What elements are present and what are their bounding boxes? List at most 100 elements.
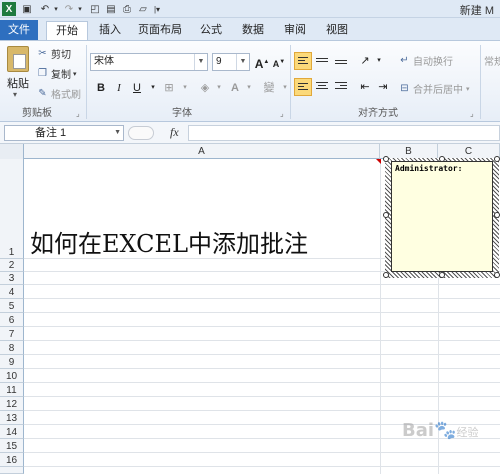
copy-button[interactable]: ❐ 复制 ▾ [36,66,77,81]
tab-home[interactable]: 开始 [46,21,88,40]
decrease-indent-icon[interactable]: ⇤ [356,78,374,96]
customize-icon[interactable]: |▾ [152,2,162,16]
comment-author: Administrator: [395,164,463,173]
align-center-button[interactable] [313,78,331,96]
grow-font-button[interactable]: A▲ [253,53,271,71]
row-divider [24,466,500,467]
row-header-6[interactable]: 6 [0,313,24,327]
clipboard-launcher-icon[interactable]: ⌟ [76,109,80,118]
row-header-4[interactable]: 4 [0,285,24,299]
align-top-button[interactable] [294,52,312,70]
row-divider [24,396,500,397]
paste-dropdown-icon[interactable]: ▾ [13,90,17,99]
align-middle-button[interactable] [313,52,331,70]
resize-handle[interactable] [494,272,500,278]
redo-dropdown-icon[interactable]: ▾ [76,2,84,16]
tab-review[interactable]: 审阅 [278,21,312,40]
watermark-suffix: 经验 [456,426,479,439]
tab-page-layout[interactable]: 页面布局 [134,21,186,40]
name-box[interactable]: 备注 1 ▼ [4,125,124,141]
shrink-font-button[interactable]: A▼ [270,53,288,71]
orientation-dropdown-icon[interactable]: ▾ [370,52,388,70]
resize-handle[interactable] [494,156,500,162]
column-header-c[interactable]: C [438,144,500,159]
print-icon[interactable]: ⎙ [120,2,134,16]
paste-button-label[interactable]: 粘贴 [7,75,29,91]
row-header-7[interactable]: 7 [0,327,24,341]
tab-insert[interactable]: 插入 [92,21,128,40]
row-header-11[interactable]: 11 [0,383,24,397]
column-header-a[interactable]: A [24,144,380,159]
align-left-button[interactable] [294,78,312,96]
select-all-corner[interactable] [0,144,24,159]
font-group-label: 字体 [172,108,192,119]
borders-dropdown-icon[interactable]: ▾ [176,79,194,97]
resize-handle[interactable] [383,212,389,218]
align-bottom-button[interactable] [332,52,350,70]
save-icon[interactable]: ▣ [20,2,34,16]
wrap-text-button[interactable]: ↵ 自动换行 [398,53,453,68]
bold-button[interactable]: B [92,79,110,97]
redo-icon[interactable]: ↷ [62,2,76,16]
formula-bar-splitter[interactable] [128,126,154,140]
row-header-9[interactable]: 9 [0,355,24,369]
merge-center-button[interactable]: ⊟ 合并后居中 ▾ [398,81,470,96]
row-header-16[interactable]: 16 [0,453,24,467]
cut-label: 剪切 [51,50,71,61]
resize-handle[interactable] [494,212,500,218]
insert-function-icon[interactable]: fx [170,125,179,140]
font-size-combo[interactable]: 9 ▼ [212,53,250,71]
window-title: 新建 M [459,5,494,17]
row-header-8[interactable]: 8 [0,341,24,355]
comment-box[interactable]: Administrator: [391,161,493,272]
row-header-13[interactable]: 13 [0,411,24,425]
undo-icon[interactable]: ↶ [38,2,52,16]
font-launcher-icon[interactable]: ⌟ [280,109,284,118]
row-header-15[interactable]: 15 [0,439,24,453]
row-header-10[interactable]: 10 [0,369,24,383]
resize-handle[interactable] [383,156,389,162]
resize-handle[interactable] [439,272,445,278]
chevron-down-icon[interactable]: ▼ [194,54,207,70]
print-preview-icon[interactable]: ◰ [88,2,102,16]
wrap-text-icon: ↵ [400,55,409,66]
chevron-down-icon[interactable]: ▼ [236,54,249,70]
copy-dropdown-icon[interactable]: ▾ [73,70,77,78]
align-right-button[interactable] [332,78,350,96]
resize-handle[interactable] [383,272,389,278]
row-header-12[interactable]: 12 [0,397,24,411]
font-color-dropdown-icon[interactable]: ▾ [240,79,258,97]
row-header-14[interactable]: 14 [0,425,24,439]
row-header-5[interactable]: 5 [0,299,24,313]
font-name-combo[interactable]: 宋体 ▼ [90,53,208,71]
excel-logo-icon[interactable]: X [2,2,16,16]
row-header-3[interactable]: 3 [0,272,24,285]
chevron-down-icon[interactable]: ▼ [114,126,121,140]
open-icon[interactable]: ▱ [136,2,150,16]
spelling-icon[interactable]: ▤ [104,2,118,16]
tab-view[interactable]: 视图 [320,21,354,40]
tab-data[interactable]: 数据 [236,21,270,40]
row-header-17[interactable] [0,467,24,474]
merge-icon: ⊟ [400,83,409,94]
paste-icon[interactable] [7,46,29,72]
tab-formulas[interactable]: 公式 [194,21,228,40]
tab-file[interactable]: 文件 [0,20,38,40]
formula-input[interactable] [188,125,500,141]
number-format-combo[interactable]: 常规 [484,53,500,68]
cell-a1[interactable]: 如何在EXCEL中添加批注 [30,224,308,259]
row-divider [24,382,500,383]
italic-button[interactable]: I [110,79,128,97]
group-divider [86,45,87,119]
increase-indent-icon[interactable]: ⇥ [374,78,392,96]
merge-dropdown-icon[interactable]: ▾ [466,85,470,93]
undo-dropdown-icon[interactable]: ▾ [52,2,60,16]
row-header-1[interactable]: 1 [0,159,24,259]
paw-icon: 🐾 [434,420,457,441]
phonetic-dropdown-icon[interactable]: ▾ [276,79,294,97]
row-header-2[interactable]: 2 [0,259,24,272]
alignment-launcher-icon[interactable]: ⌟ [470,109,474,118]
cut-button[interactable]: ✂ 剪切 [36,46,71,61]
format-painter-button[interactable]: ✎ 格式刷 [36,86,81,101]
resize-handle[interactable] [439,156,445,162]
